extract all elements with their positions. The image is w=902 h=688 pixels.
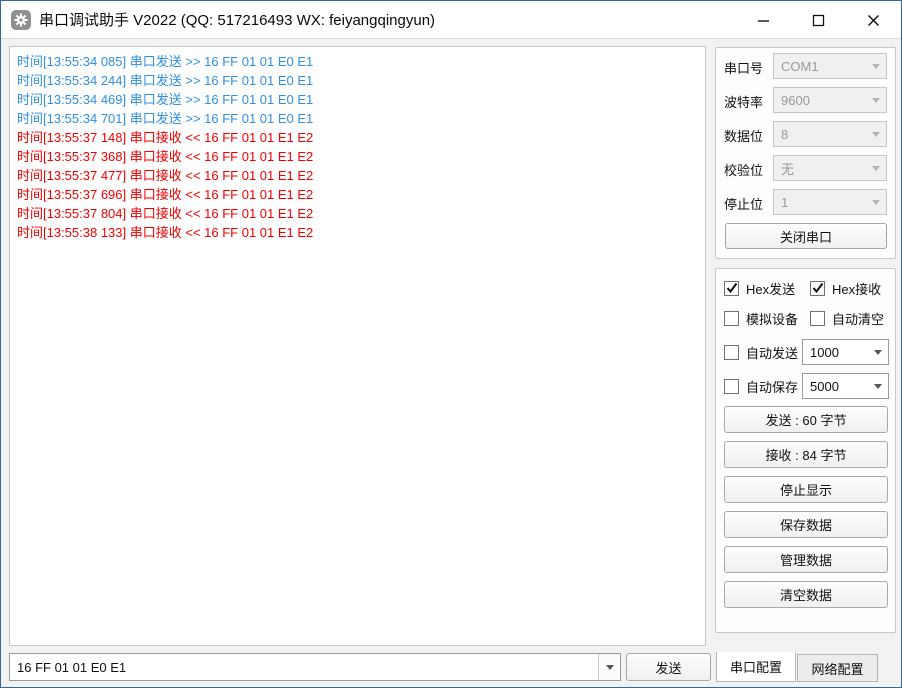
close-button[interactable]	[846, 1, 901, 39]
checkbox-box	[724, 345, 739, 360]
save-data-button[interactable]: 保存数据	[724, 511, 888, 538]
chevron-down-icon	[867, 340, 888, 364]
minimize-button[interactable]	[736, 1, 791, 39]
auto-send-checkbox[interactable]: 自动发送	[724, 344, 798, 360]
chevron-down-icon	[865, 190, 886, 214]
log-line-recv: 时间[13:55:37 477] 串口接收 << 16 FF 01 01 E1 …	[17, 166, 698, 185]
chevron-down-icon	[865, 88, 886, 112]
auto-save-checkbox[interactable]: 自动保存	[724, 378, 798, 394]
auto-send-select[interactable]: 1000	[802, 339, 889, 365]
chevron-down-icon	[865, 156, 886, 180]
send-history-dropdown-button[interactable]	[598, 654, 620, 680]
port-label: 串口号	[724, 58, 763, 77]
port-select[interactable]: COM1	[773, 53, 887, 79]
maximize-button[interactable]	[791, 1, 846, 39]
close-serial-button[interactable]: 关闭串口	[725, 223, 887, 249]
check-icon	[812, 282, 824, 294]
stopbits-value: 1	[774, 195, 865, 210]
maximize-icon	[812, 14, 825, 27]
checkbox-box	[724, 311, 739, 326]
log-line-recv: 时间[13:55:37 804] 串口接收 << 16 FF 01 01 E1 …	[17, 204, 698, 223]
checkbox-box	[724, 281, 739, 296]
sent-count-button[interactable]: 发送 : 60 字节	[724, 406, 888, 433]
close-icon	[867, 14, 880, 27]
window-controls	[736, 1, 901, 39]
port-value: COM1	[774, 59, 865, 74]
send-data-combobox	[9, 653, 621, 681]
baudrate-row: 波特率 9600	[716, 87, 895, 113]
send-data-input[interactable]	[10, 654, 598, 680]
hex-send-label: Hex发送	[746, 279, 795, 298]
stopbits-label: 停止位	[724, 194, 763, 213]
parity-select[interactable]: 无	[773, 155, 887, 181]
databits-value: 8	[774, 127, 865, 142]
chevron-down-icon	[865, 54, 886, 78]
auto-send-label: 自动发送	[746, 343, 798, 362]
log-line-recv: 时间[13:55:37 368] 串口接收 << 16 FF 01 01 E1 …	[17, 147, 698, 166]
window-title: 串口调试助手 V2022 (QQ: 517216493 WX: feiyangq…	[39, 9, 435, 30]
stop-display-button[interactable]: 停止显示	[724, 476, 888, 503]
baudrate-label: 波特率	[724, 92, 763, 111]
stopbits-select[interactable]: 1	[773, 189, 887, 215]
hex-recv-label: Hex接收	[832, 279, 881, 298]
checkbox-box	[724, 379, 739, 394]
parity-row: 校验位无	[716, 155, 895, 181]
gear-app-icon	[11, 10, 31, 30]
auto-save-label: 自动保存	[746, 377, 798, 396]
databits-select[interactable]: 8	[773, 121, 887, 147]
baudrate-select[interactable]: 9600	[773, 87, 887, 113]
auto-save-value: 5000	[803, 379, 867, 394]
auto-clear-label: 自动清空	[832, 309, 884, 328]
log-line-recv: 时间[13:55:37 696] 串口接收 << 16 FF 01 01 E1 …	[17, 185, 698, 204]
log-line-recv: 时间[13:55:37 148] 串口接收 << 16 FF 01 01 E1 …	[17, 128, 698, 147]
checkbox-box	[810, 311, 825, 326]
send-button[interactable]: 发送	[626, 653, 711, 681]
databits-label: 数据位	[724, 126, 763, 145]
serial-log-output[interactable]: 时间[13:55:34 085] 串口发送 >> 16 FF 01 01 E0 …	[9, 46, 706, 646]
baudrate-value: 9600	[774, 93, 865, 108]
port-row: 串口号 COM1	[716, 53, 895, 79]
title-bar: 串口调试助手 V2022 (QQ: 517216493 WX: feiyangq…	[1, 1, 901, 39]
databits-row: 数据位 8	[716, 121, 895, 147]
simulate-device-checkbox[interactable]: 模拟设备	[724, 310, 798, 326]
hex-recv-checkbox[interactable]: Hex接收	[810, 280, 881, 296]
check-icon	[726, 282, 738, 294]
log-line-send: 时间[13:55:34 085] 串口发送 >> 16 FF 01 01 E0 …	[17, 52, 698, 71]
serial-settings-panel: 关闭串口 串口号COM1波特率9600数据位8校验位无停止位1	[715, 47, 896, 259]
auto-clear-checkbox[interactable]: 自动清空	[810, 310, 884, 326]
chevron-down-icon	[867, 374, 888, 398]
stopbits-row: 停止位 1	[716, 189, 895, 215]
clear-data-button[interactable]: 清空数据	[724, 581, 888, 608]
checkbox-box	[810, 281, 825, 296]
parity-label: 校验位	[724, 160, 763, 179]
app-window: 串口调试助手 V2022 (QQ: 517216493 WX: feiyangq…	[0, 0, 902, 688]
manage-data-button[interactable]: 管理数据	[724, 546, 888, 573]
recv-count-button[interactable]: 接收 : 84 字节	[724, 441, 888, 468]
parity-value: 无	[774, 159, 865, 178]
hex-send-checkbox[interactable]: Hex发送	[724, 280, 795, 296]
options-panel: Hex发送 Hex接收模拟设备 自动清空自动发送 1000 自动保存 5000 发送 : 6…	[715, 268, 896, 633]
log-line-send: 时间[13:55:34 244] 串口发送 >> 16 FF 01 01 E0 …	[17, 71, 698, 90]
log-line-recv: 时间[13:55:38 133] 串口接收 << 16 FF 01 01 E1 …	[17, 223, 698, 242]
auto-send-value: 1000	[803, 345, 867, 360]
chevron-down-icon	[865, 122, 886, 146]
tab-network-config[interactable]: 网络配置	[797, 654, 878, 682]
log-line-send: 时间[13:55:34 701] 串口发送 >> 16 FF 01 01 E0 …	[17, 109, 698, 128]
tab-serial-config[interactable]: 串口配置	[716, 652, 796, 682]
minimize-icon	[757, 14, 770, 27]
simulate-device-label: 模拟设备	[746, 309, 798, 328]
auto-save-select[interactable]: 5000	[802, 373, 889, 399]
log-line-send: 时间[13:55:34 469] 串口发送 >> 16 FF 01 01 E0 …	[17, 90, 698, 109]
chevron-down-icon	[606, 665, 614, 670]
